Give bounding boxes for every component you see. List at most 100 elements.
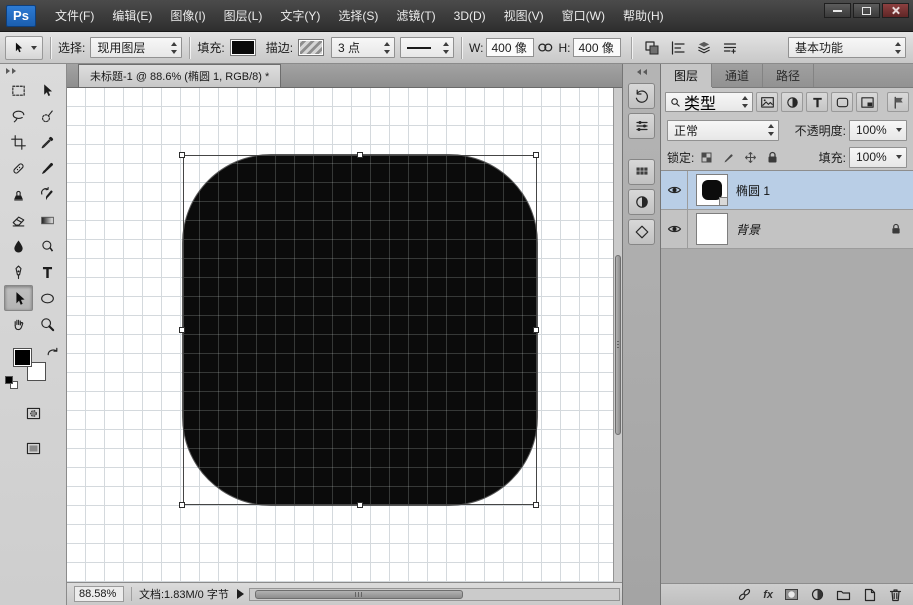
tool-preset-picker[interactable] (5, 36, 43, 60)
menu-edit[interactable]: 编辑(E) (103, 0, 161, 31)
blur-tool[interactable] (4, 233, 33, 259)
ellipse-shape-object[interactable] (183, 155, 537, 505)
horizontal-scrollbar-thumb[interactable] (255, 590, 463, 599)
menu-file[interactable]: 文件(F) (46, 0, 103, 31)
transform-handle-top-center[interactable] (357, 152, 363, 158)
link-layers-icon[interactable] (737, 587, 752, 602)
status-popup-arrow[interactable] (237, 589, 244, 599)
quick-mask-button[interactable] (19, 400, 48, 426)
path-arrange-button[interactable] (691, 36, 717, 60)
menu-layer[interactable]: 图层(L) (215, 0, 272, 31)
dodge-tool[interactable] (33, 233, 62, 259)
expand-panels-button[interactable] (623, 64, 660, 79)
layer-thumbnail[interactable] (696, 174, 728, 206)
swap-colors-icon[interactable] (46, 345, 59, 357)
history-brush-tool[interactable] (33, 181, 62, 207)
vertical-scrollbar[interactable] (613, 88, 622, 582)
layer-name[interactable]: 椭圆 1 (736, 182, 770, 199)
clone-stamp-tool[interactable] (4, 181, 33, 207)
menu-window[interactable]: 窗口(W) (553, 0, 614, 31)
layer-visibility-toggle[interactable] (661, 171, 688, 209)
properties-panel-button[interactable] (628, 113, 655, 139)
transform-handle-middle-left[interactable] (179, 327, 185, 333)
quick-selection-tool[interactable] (33, 103, 62, 129)
adjustments-panel-button[interactable] (628, 189, 655, 215)
filter-shape-layers-button[interactable] (831, 92, 853, 112)
lock-position-button[interactable] (741, 148, 760, 166)
stroke-color-swatch[interactable] (298, 39, 324, 56)
link-dimensions-icon[interactable] (537, 41, 554, 54)
opacity-dropdown[interactable]: 100% (849, 120, 907, 141)
minimize-button[interactable] (824, 3, 851, 18)
filter-smart-objects-button[interactable] (856, 92, 878, 112)
canvas[interactable] (67, 88, 613, 582)
layer-visibility-toggle[interactable] (661, 210, 688, 248)
eraser-tool[interactable] (4, 207, 33, 233)
tab-channels[interactable]: 通道 (712, 64, 763, 87)
adjustment-layer-icon[interactable] (810, 587, 825, 602)
transform-handle-bottom-left[interactable] (179, 502, 185, 508)
geometry-options-button[interactable] (717, 36, 743, 60)
tab-layers[interactable]: 图层 (661, 64, 712, 87)
workspace-switcher[interactable]: 基本功能 (788, 37, 906, 58)
filter-type-dropdown[interactable]: 类型 (665, 92, 753, 112)
filter-pixel-layers-button[interactable] (756, 92, 778, 112)
menu-view[interactable]: 视图(V) (495, 0, 553, 31)
fill-color-swatch[interactable] (230, 39, 256, 56)
lock-transparent-button[interactable] (697, 148, 716, 166)
stroke-type-dropdown[interactable] (400, 37, 454, 58)
crop-tool[interactable] (4, 129, 33, 155)
layer-mask-icon[interactable] (784, 587, 799, 602)
fill-opacity-dropdown[interactable]: 100% (849, 147, 907, 168)
transform-handle-middle-right[interactable] (533, 327, 539, 333)
layer-row-ellipse-1[interactable]: 椭圆 1 (661, 171, 913, 210)
menu-image[interactable]: 图像(I) (161, 0, 214, 31)
history-panel-button[interactable] (628, 83, 655, 109)
move-tool[interactable] (33, 77, 62, 103)
layer-row-background[interactable]: 背景 (661, 210, 913, 249)
tab-paths[interactable]: 路径 (763, 64, 814, 87)
layer-name[interactable]: 背景 (736, 221, 760, 238)
screen-mode-button[interactable] (19, 435, 48, 461)
transform-handle-bottom-right[interactable] (533, 502, 539, 508)
horizontal-type-tool[interactable] (33, 259, 62, 285)
new-layer-icon[interactable] (862, 587, 877, 602)
filter-type-layers-button[interactable] (806, 92, 828, 112)
select-mode-dropdown[interactable]: 现用图层 (90, 37, 182, 58)
gradient-tool[interactable] (33, 207, 62, 233)
default-colors-icon[interactable] (5, 376, 19, 390)
blend-mode-dropdown[interactable]: 正常 (667, 120, 779, 141)
horizontal-scrollbar[interactable] (249, 588, 620, 601)
path-selection-tool[interactable] (4, 285, 33, 311)
zoom-tool[interactable] (33, 311, 62, 337)
lock-all-button[interactable] (763, 148, 782, 166)
path-operations-button[interactable] (639, 36, 665, 60)
menu-select[interactable]: 选择(S) (329, 0, 387, 31)
foreground-color-swatch[interactable] (13, 348, 32, 367)
lasso-tool[interactable] (4, 103, 33, 129)
menu-type[interactable]: 文字(Y) (271, 0, 329, 31)
zoom-level-field[interactable]: 88.58% (74, 586, 124, 602)
menu-filter[interactable]: 滤镜(T) (387, 0, 444, 31)
menu-help[interactable]: 帮助(H) (614, 0, 673, 31)
height-input[interactable]: 400 像 (573, 38, 621, 57)
width-input[interactable]: 400 像 (486, 38, 534, 57)
spot-healing-brush-tool[interactable] (4, 155, 33, 181)
ellipse-tool[interactable] (33, 285, 62, 311)
close-button[interactable] (882, 3, 909, 18)
transform-handle-bottom-center[interactable] (357, 502, 363, 508)
stroke-width-dropdown[interactable]: 3 点 (331, 37, 395, 58)
path-alignment-button[interactable] (665, 36, 691, 60)
layer-style-button[interactable]: fx (763, 589, 773, 601)
rectangular-marquee-tool[interactable] (4, 77, 33, 103)
vertical-scrollbar-thumb[interactable] (615, 255, 621, 435)
styles-panel-button[interactable] (628, 219, 655, 245)
hand-tool[interactable] (4, 311, 33, 337)
eyedropper-tool[interactable] (33, 129, 62, 155)
menu-3d[interactable]: 3D(D) (445, 0, 495, 31)
delete-layer-icon[interactable] (888, 587, 903, 602)
restore-button[interactable] (853, 3, 880, 18)
layer-group-icon[interactable] (836, 587, 851, 602)
transform-handle-top-left[interactable] (179, 152, 185, 158)
brush-tool[interactable] (33, 155, 62, 181)
